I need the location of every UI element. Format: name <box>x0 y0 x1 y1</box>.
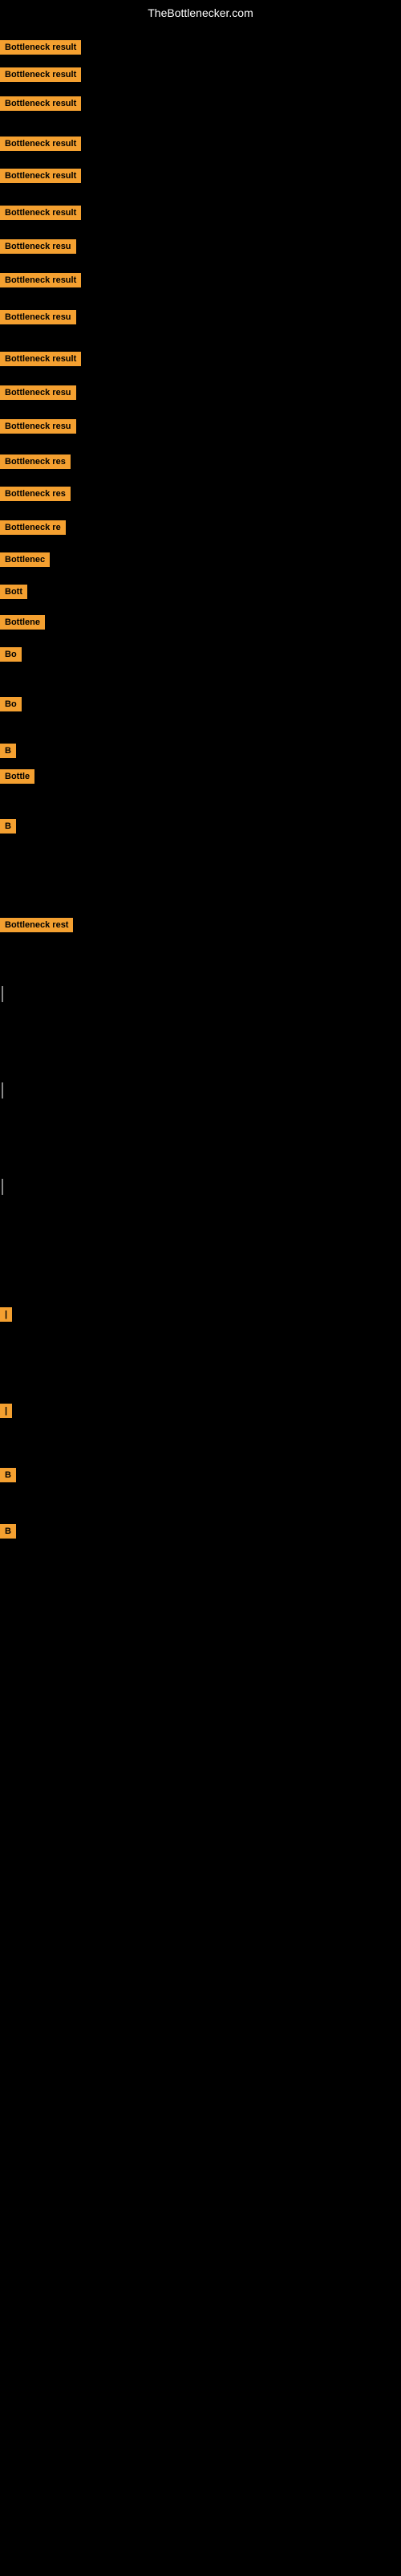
vertical-line <box>2 986 3 1002</box>
bottleneck-result-badge: B <box>0 1468 16 1482</box>
bottleneck-result-badge: Bottleneck result <box>0 273 81 287</box>
bottleneck-result-badge: Bottleneck re <box>0 520 66 535</box>
bottleneck-result-badge: Bottleneck result <box>0 40 81 55</box>
bottleneck-result-badge: | <box>0 1404 12 1418</box>
bottleneck-result-badge: Bottleneck result <box>0 169 81 183</box>
bottleneck-result-badge: B <box>0 744 16 758</box>
site-title: TheBottlenecker.com <box>0 0 401 22</box>
bottleneck-result-badge: Bo <box>0 647 22 662</box>
bottleneck-result-badge: Bottleneck result <box>0 96 81 111</box>
bottleneck-result-badge: Bottlenec <box>0 552 50 567</box>
bottleneck-result-badge: B <box>0 819 16 834</box>
bottleneck-result-badge: Bott <box>0 585 27 599</box>
bottleneck-result-badge: Bottleneck rest <box>0 918 73 932</box>
bottleneck-result-badge: Bottleneck resu <box>0 419 76 434</box>
bottleneck-result-badge: Bottle <box>0 769 34 784</box>
vertical-line <box>2 1082 3 1098</box>
bottleneck-result-badge: Bottleneck result <box>0 206 81 220</box>
bottleneck-result-badge: Bottleneck res <box>0 487 71 501</box>
bottleneck-result-badge: | <box>0 1307 12 1322</box>
bottleneck-result-badge: Bottleneck result <box>0 352 81 366</box>
bottleneck-result-badge: Bottleneck res <box>0 454 71 469</box>
bottleneck-result-badge: Bottleneck resu <box>0 385 76 400</box>
bottleneck-result-badge: Bottleneck result <box>0 67 81 82</box>
bottleneck-result-badge: Bottleneck resu <box>0 310 76 324</box>
bottleneck-result-badge: Bo <box>0 697 22 711</box>
bottleneck-result-badge: Bottleneck resu <box>0 239 76 254</box>
bottleneck-result-badge: Bottleneck result <box>0 137 81 151</box>
bottleneck-result-badge: Bottlene <box>0 615 45 630</box>
bottleneck-result-badge: B <box>0 1524 16 1539</box>
vertical-line <box>2 1179 3 1195</box>
